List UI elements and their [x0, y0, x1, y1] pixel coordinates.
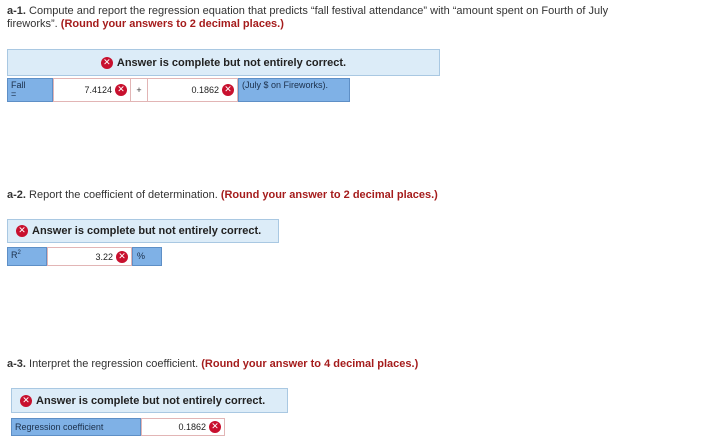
feedback-text: Answer is complete but not entirely corr… — [36, 394, 266, 407]
regression-coefficient-value: 0.1862 — [178, 422, 206, 432]
rounding-instruction: (Round your answers to 2 decimal places.… — [60, 18, 284, 30]
question-text-cont: fireworks”. — [7, 18, 61, 30]
slope-value: 0.1862 — [191, 85, 219, 95]
percent-unit: % — [132, 247, 162, 266]
r-squared-input[interactable]: 3.22 ✕ — [47, 247, 132, 266]
intercept-input[interactable]: 7.4124 ✕ — [53, 78, 131, 102]
feedback-text: Answer is complete but not entirely corr… — [32, 225, 262, 237]
feedback-banner: ✕ Answer is complete but not entirely co… — [7, 49, 440, 76]
question-number: a-3. — [7, 358, 26, 370]
r-squared-label: R2 — [7, 247, 47, 266]
rounding-instruction: (Round your answer to 2 decimal places.) — [220, 189, 438, 201]
question-a2: a-2. Report the coefficient of determina… — [7, 189, 438, 202]
question-a3: a-3. Interpret the regression coefficien… — [7, 358, 418, 371]
plus-sign: + — [131, 78, 147, 102]
feedback-banner: ✕ Answer is complete but not entirely co… — [11, 388, 288, 413]
x-circle-icon: ✕ — [16, 225, 28, 237]
x-circle-icon: ✕ — [100, 56, 113, 69]
feedback-banner: ✕ Answer is complete but not entirely co… — [7, 219, 279, 243]
question-text: Interpret the regression coefficient. — [25, 358, 202, 370]
question-text: Compute and report the regression equati… — [25, 5, 609, 17]
x-circle-icon: ✕ — [209, 421, 221, 433]
question-number: a-1. — [7, 5, 26, 17]
question-a1: a-1. Compute and report the regression e… — [7, 5, 707, 31]
question-number: a-2. — [7, 189, 26, 201]
question-text: Report the coefficient of determination. — [25, 189, 221, 201]
intercept-value: 7.4124 — [84, 85, 112, 95]
r-superscript: 2 — [17, 250, 21, 256]
equation-rhs-label: (July $ on Fireworks). — [238, 78, 350, 102]
x-circle-icon: ✕ — [20, 394, 32, 407]
x-circle-icon: ✕ — [116, 250, 128, 263]
r-squared-value: 3.22 — [95, 251, 113, 262]
slope-input[interactable]: 0.1862 ✕ — [147, 78, 238, 102]
regression-coefficient-input[interactable]: 0.1862 ✕ — [141, 418, 225, 436]
feedback-text: Answer is complete but not entirely corr… — [116, 56, 347, 69]
regression-coefficient-label: Regression coefficient — [11, 418, 141, 436]
x-circle-icon: ✕ — [115, 84, 127, 96]
rounding-instruction: (Round your answer to 4 decimal places.) — [201, 358, 419, 370]
equation-lhs-label: Fall = — [7, 78, 53, 102]
x-circle-icon: ✕ — [222, 84, 234, 96]
